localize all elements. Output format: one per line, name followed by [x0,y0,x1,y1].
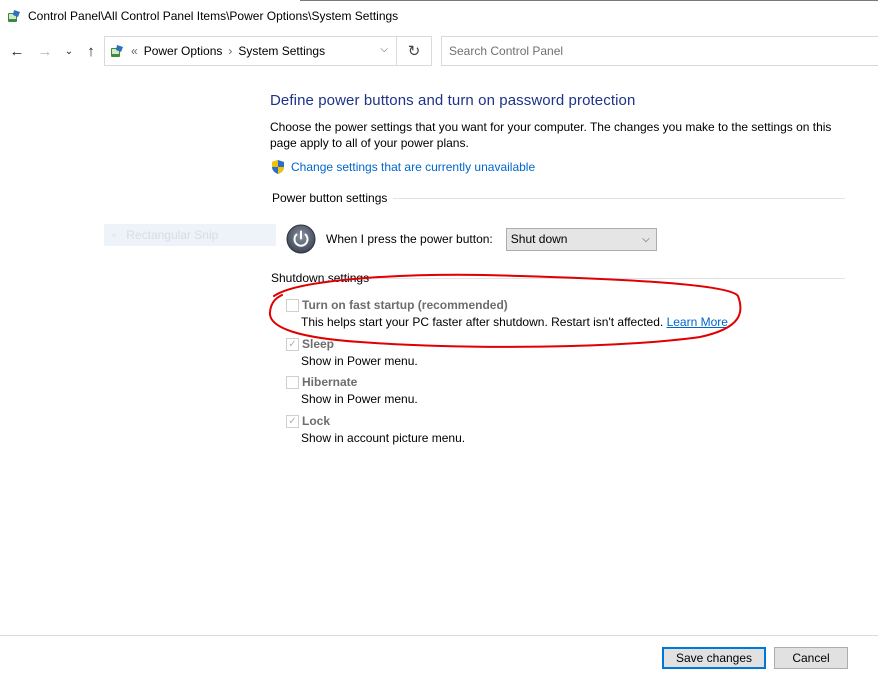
power-button-select[interactable]: Shut down ⌵ [505,227,657,251]
window-title: Control Panel\All Control Panel Items\Po… [28,9,399,23]
title-bar: Control Panel\All Control Panel Items\Po… [0,0,878,32]
search-input[interactable] [441,36,878,66]
option-name: Hibernate [302,375,358,389]
option-hibernate: Hibernate Show in Power menu. [286,375,418,406]
cancel-button[interactable]: Cancel [774,647,848,669]
snip-icon: ▫ [112,228,117,242]
option-name: Lock [302,414,331,428]
section-divider [375,277,845,279]
option-sleep: ✓ Sleep Show in Power menu. [286,337,418,368]
chevron-down-icon: ⌵ [642,233,650,245]
uac-shield-icon [272,160,284,174]
learn-more-link[interactable]: Learn More [667,315,728,329]
option-name: Sleep [302,337,335,351]
power-button-selected-value: Shut down [510,232,568,246]
navigation-bar: ← → ⌄ ↑ « Power Options › System Setting… [0,34,878,68]
up-arrow-icon: ↑ [87,42,95,60]
option-description: Show in Power menu. [301,392,418,406]
option-lock: ✓ Lock Show in account picture menu. [286,414,465,445]
option-name: Turn on fast startup (recommended) [302,298,508,312]
back-button[interactable]: ← [8,40,26,62]
save-changes-button[interactable]: Save changes [662,647,766,669]
breadcrumb-system-settings[interactable]: System Settings [238,44,325,58]
refresh-button[interactable]: ↻ [396,36,432,66]
hibernate-checkbox[interactable] [286,375,299,389]
power-button-section-header: Power button settings [270,191,845,205]
forward-arrow-icon: → [37,42,53,60]
option-description: Show in Power menu. [301,354,418,368]
page-description: Choose the power settings that you want … [270,120,832,150]
change-settings-row: Change settings that are currently unava… [270,159,845,175]
page-title: Define power buttons and turn on passwor… [270,92,636,109]
option-description: This helps start your PC faster after sh… [301,315,728,329]
address-bar[interactable]: « Power Options › System Settings ⌵ [104,36,396,66]
power-icon [286,224,316,254]
checkmark-icon: ✓ [288,415,297,427]
control-panel-icon [111,45,123,57]
shutdown-section-title: Shutdown settings [271,271,370,285]
forward-button[interactable]: → [36,40,54,62]
option-description: Show in account picture menu. [301,431,466,445]
shutdown-section-header: Shutdown settings [270,271,845,285]
power-button-row: When I press the power button: Shut down… [286,224,657,254]
refresh-icon: ↻ [407,43,421,60]
checkmark-icon: ✓ [288,338,297,350]
power-button-section-title: Power button settings [272,191,388,205]
address-dropdown-icon[interactable]: ⌵ [380,44,388,55]
control-panel-icon [8,10,20,22]
shutdown-section-header-wrap: Shutdown settings [270,271,845,285]
main-content: Define power buttons and turn on passwor… [270,92,845,205]
lock-checkbox[interactable]: ✓ [286,414,299,428]
section-divider [393,197,845,199]
up-button[interactable]: ↑ [82,40,100,62]
chevron-down-icon: ⌄ [64,45,74,57]
recent-locations-button[interactable]: ⌄ [62,40,76,62]
footer-divider [0,635,878,636]
sleep-checkbox[interactable]: ✓ [286,337,299,351]
option-fast-startup: Turn on fast startup (recommended) This … [286,298,728,329]
rectangular-snip-ghost: ▫ Rectangular Snip [104,224,276,246]
option-desc-text: This helps start your PC faster after sh… [301,315,664,329]
change-settings-link[interactable]: Change settings that are currently unava… [291,160,535,174]
chevron-right-icon: › [228,44,233,58]
breadcrumb-overflow[interactable]: « [131,44,138,58]
breadcrumb-power-options[interactable]: Power Options [144,44,223,58]
back-arrow-icon: ← [9,42,25,60]
power-button-label: When I press the power button: [326,232,493,246]
fast-startup-checkbox[interactable] [286,298,299,312]
snip-label: Rectangular Snip [126,228,219,242]
